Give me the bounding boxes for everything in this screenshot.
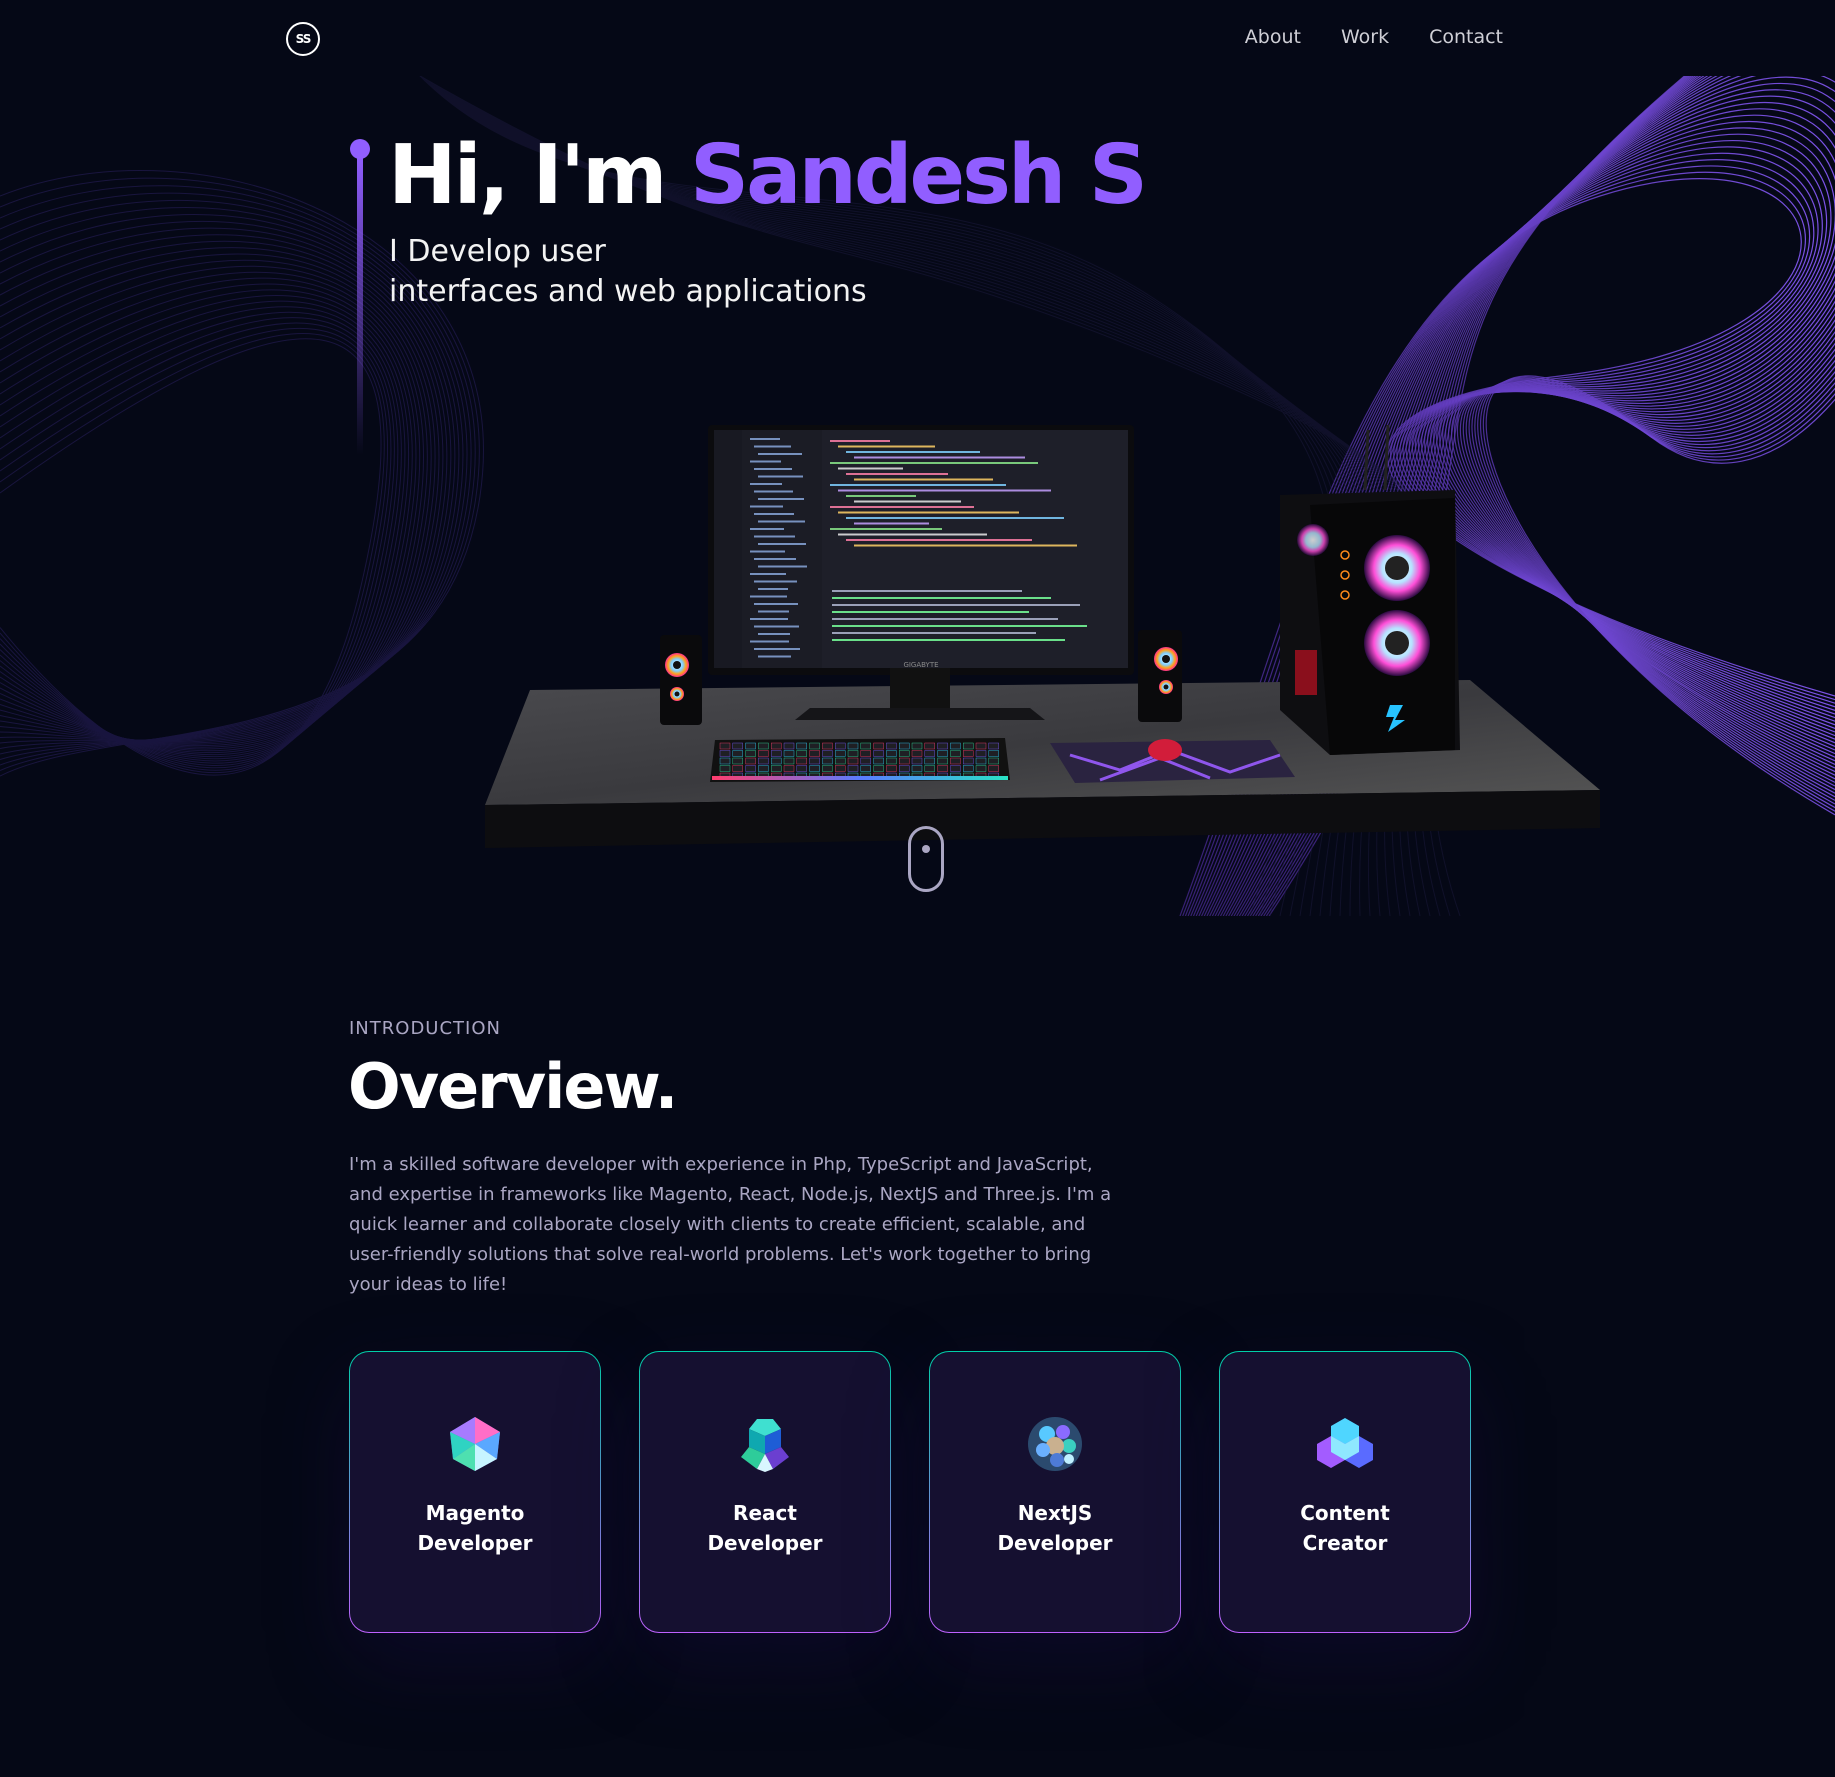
service-card-content-creator[interactable]: Content Creator [1219,1351,1471,1633]
section-subtitle: INTRODUCTION [349,1018,501,1039]
desk-scene: GIGABYTE [485,424,1600,848]
nav-link-contact[interactable]: Contact [1429,26,1503,48]
left-speaker [660,635,702,725]
crystal-icon [450,1417,500,1471]
overview-text: I'm a skilled software developer with ex… [349,1154,1112,1295]
service-card-title: Content Creator [1270,1498,1420,1558]
sphere-icon [1028,1417,1082,1471]
nav-links: About Work Contact [1245,26,1503,48]
scroll-indicator-dot [922,845,930,853]
hero-title: Hi, I'm Sandesh S [388,128,1148,224]
monitor: GIGABYTE [708,425,1134,720]
hero-subtitle-line2: interfaces and web applications [389,274,867,309]
service-card-title-line2: Developer [707,1531,823,1555]
nav-link-work[interactable]: Work [1341,26,1389,48]
service-card-react[interactable]: React Developer [639,1351,891,1633]
service-card-title: Magento Developer [400,1498,550,1558]
service-card-title-line1: NextJS [1017,1501,1093,1525]
service-card-magento[interactable]: Magento Developer [349,1351,601,1633]
logo[interactable]: SS [286,22,320,56]
hero-subtitle: I Develop user interfaces and web applic… [389,232,989,312]
cube-cluster-icon [741,1419,789,1472]
mousepad [1050,739,1295,783]
hero-greeting: Hi, I'm [388,128,691,223]
monitor-brand: GIGABYTE [903,661,938,669]
nav-link-about[interactable]: About [1245,26,1301,48]
section-title: Overview. [348,1050,678,1123]
service-card-title: NextJS Developer [980,1498,1130,1558]
service-card-title-line1: Content [1300,1501,1390,1525]
scroll-indicator[interactable] [908,826,944,892]
service-card-title-line1: Magento [425,1501,525,1525]
hero-accent-line [357,155,363,455]
logo-text: SS [295,32,312,46]
service-card-title-line2: Creator [1302,1531,1388,1555]
service-card-title: React Developer [690,1498,840,1558]
hero-subtitle-line1: I Develop user [389,234,606,269]
service-card-title-line2: Developer [997,1531,1113,1555]
service-card-nextjs[interactable]: NextJS Developer [929,1351,1181,1633]
keyboard [710,738,1010,782]
service-card-title-line1: React [733,1501,797,1525]
service-card-title-line2: Developer [417,1531,533,1555]
pc-tower [1280,424,1460,755]
hexagon-cluster-icon [1317,1418,1373,1468]
hero-name: Sandesh S [690,128,1148,223]
right-speaker [1138,630,1182,722]
navbar: SS About Work Contact [0,0,1835,76]
